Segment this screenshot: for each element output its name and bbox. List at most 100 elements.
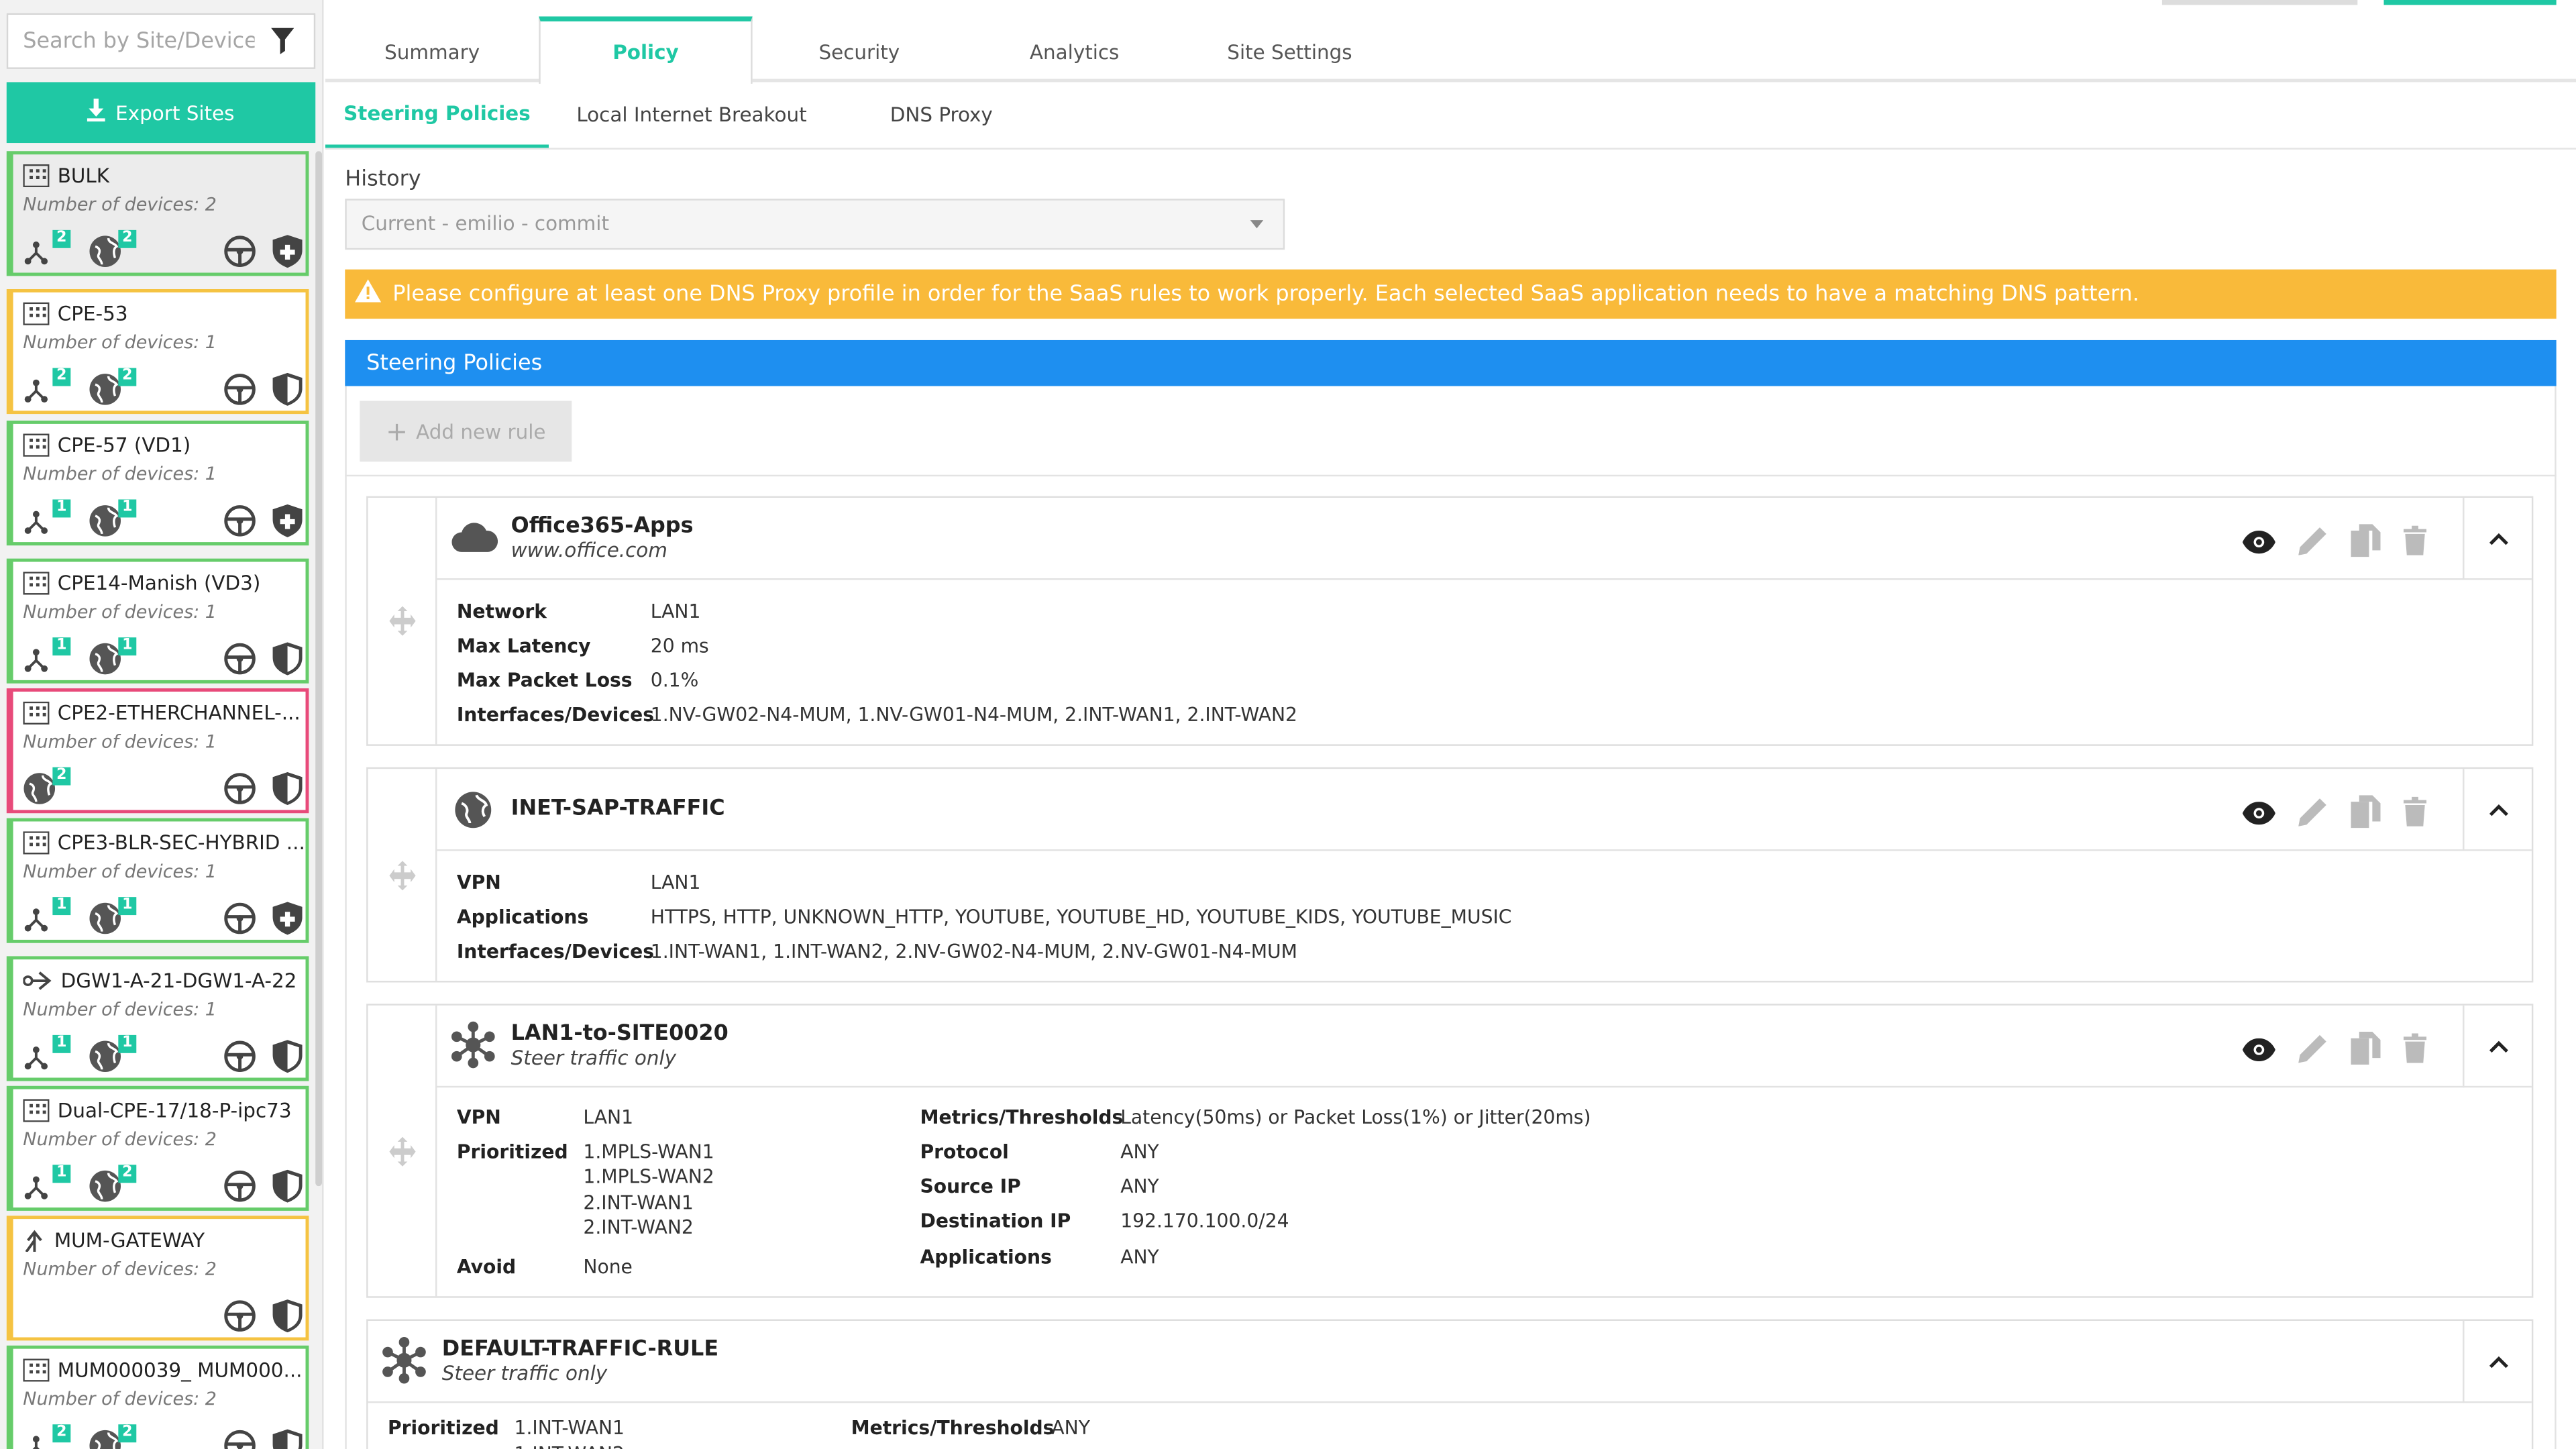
drag-handle-icon[interactable] xyxy=(368,498,437,745)
add-new-rule-button[interactable]: + Add new rule xyxy=(360,400,572,462)
export-sites-button[interactable]: Export Sites xyxy=(6,82,316,144)
pencil-icon[interactable] xyxy=(2298,797,2328,833)
site-feature-icons xyxy=(223,1169,303,1210)
count-badge: 1 xyxy=(52,499,71,518)
shield-icon xyxy=(272,1429,303,1449)
device-count: Number of devices: 1 xyxy=(23,998,217,1020)
building-icon xyxy=(23,1358,50,1382)
site-name: CPE-57 (VD1) xyxy=(23,433,305,457)
trash-icon[interactable] xyxy=(2403,525,2427,562)
tab-security[interactable]: Security xyxy=(753,19,966,84)
field-value: 1.INT-WAN1 xyxy=(514,1416,625,1440)
collapse-chevron-icon[interactable] xyxy=(2463,1005,2532,1088)
search-input[interactable] xyxy=(8,15,255,68)
shield-plus-icon xyxy=(272,504,303,544)
site-card[interactable]: CPE14-Manish (VD3) Number of devices: 111 xyxy=(6,558,309,684)
download-icon xyxy=(87,98,106,127)
subtab-dns-proxy[interactable]: DNS Proxy xyxy=(867,82,1015,148)
eye-icon[interactable] xyxy=(2242,799,2275,830)
tab-summary[interactable]: Summary xyxy=(325,19,539,84)
globe-icon: 2 xyxy=(89,1165,137,1203)
steering-wheel-icon xyxy=(223,373,256,413)
branch-icon: 2 xyxy=(23,1424,71,1449)
tab-policy[interactable]: Policy xyxy=(539,16,753,84)
filter-icon[interactable] xyxy=(271,28,294,61)
rule-subtitle: Steer traffic only xyxy=(511,1046,677,1070)
shield-icon xyxy=(272,772,303,812)
site-card[interactable]: DGW1-A-21-DGW1-A-22 Number of devices: 1 1… xyxy=(6,956,309,1081)
copy-icon[interactable] xyxy=(2351,524,2381,564)
site-card[interactable]: CPE-53 Number of devices: 122 xyxy=(6,289,309,415)
globe-icon: 1 xyxy=(89,1034,137,1073)
site-name: CPE14-Manish (VD3) xyxy=(23,572,305,595)
sidebar-scrollbar[interactable] xyxy=(315,151,323,1187)
site-card[interactable]: CPE-57 (VD1) Number of devices: 111 xyxy=(6,420,309,546)
field-label: Prioritized xyxy=(456,1140,568,1163)
rule-header: Office365-Apps www.office.com xyxy=(437,498,2532,580)
field-value: 2.INT-WAN1 xyxy=(583,1191,694,1214)
tab-site-settings[interactable]: Site Settings xyxy=(1183,19,1396,84)
field-value: HTTPS, HTTP, UNKNOWN_HTTP, YOUTUBE, YOUT… xyxy=(650,905,1512,928)
copy-icon[interactable] xyxy=(2351,795,2381,835)
drag-handle-icon[interactable] xyxy=(368,1005,437,1297)
count-badge: 2 xyxy=(52,767,71,786)
top-control-gray[interactable] xyxy=(2161,0,2358,5)
steering-wheel-icon xyxy=(223,1430,256,1449)
site-card[interactable]: Dual-CPE-17/18-P-ipc73 Number of devices:… xyxy=(6,1085,309,1211)
drag-handle-icon[interactable] xyxy=(368,769,437,981)
subtab-local-internet-breakout[interactable]: Local Internet Breakout xyxy=(562,82,822,148)
site-name: BULK xyxy=(23,164,305,188)
site-status-icons: 12 xyxy=(23,1165,154,1203)
rule-actions xyxy=(2242,1031,2427,1071)
shield-icon xyxy=(272,1040,303,1079)
building-icon xyxy=(23,1099,50,1122)
count-badge: 2 xyxy=(118,1165,137,1183)
site-card[interactable]: CPE3-BLR-SEC-HYBRID ... Number of devices… xyxy=(6,818,309,943)
steering-wheel-icon xyxy=(223,643,256,682)
collapse-chevron-icon[interactable] xyxy=(2463,498,2532,580)
subtab-steering-policies[interactable]: Steering Policies xyxy=(325,82,549,148)
count-badge: 1 xyxy=(52,1034,71,1053)
site-name: CPE-53 xyxy=(23,302,305,325)
site-name: MUM-GATEWAY xyxy=(23,1229,305,1252)
site-feature-icons xyxy=(223,504,303,544)
history-select[interactable]: Current - emilio - commit xyxy=(345,199,1285,250)
steering-wheel-icon xyxy=(223,902,256,942)
site-card[interactable]: MUM000039_ MUM000... Number of devices: 2… xyxy=(6,1345,309,1449)
trash-icon[interactable] xyxy=(2403,796,2427,833)
field-value: 1.INT-WAN2 xyxy=(515,1442,625,1449)
count-badge: 1 xyxy=(52,637,71,656)
count-badge: 1 xyxy=(118,1034,137,1053)
field-value: 0.1% xyxy=(650,668,699,692)
collapse-chevron-icon[interactable] xyxy=(2463,769,2532,851)
count-badge: 1 xyxy=(52,1165,71,1183)
shield-plus-icon xyxy=(272,902,303,942)
copy-icon[interactable] xyxy=(2351,1031,2381,1071)
site-card[interactable]: BULK Number of devices: 222 xyxy=(6,151,309,276)
eye-icon[interactable] xyxy=(2242,1036,2275,1067)
building-icon xyxy=(23,302,50,325)
site-feature-icons xyxy=(223,1040,303,1079)
site-feature-icons xyxy=(223,642,303,682)
pencil-icon[interactable] xyxy=(2298,1033,2328,1069)
site-card[interactable]: CPE2-ETHERCHANNEL-... Number of devices: … xyxy=(6,688,309,814)
site-name: Dual-CPE-17/18-P-ipc73 xyxy=(23,1099,305,1122)
trash-icon[interactable] xyxy=(2403,1033,2427,1069)
rule-header: INET-SAP-TRAFFIC xyxy=(437,769,2532,851)
steering-policies-header: Steering Policies xyxy=(345,339,2557,386)
collapse-chevron-icon[interactable] xyxy=(2463,1320,2532,1403)
field-label: Protocol xyxy=(920,1140,1009,1163)
field-label: Interfaces/Devices xyxy=(456,939,654,963)
site-card[interactable]: MUM-GATEWAY Number of devices: 2 xyxy=(6,1216,309,1341)
device-count: Number of devices: 1 xyxy=(23,731,217,753)
building-icon xyxy=(23,433,50,457)
field-value: 20 ms xyxy=(650,634,709,657)
rule-card-office365: Office365-Apps www.office.com Network LA… xyxy=(366,496,2534,746)
eye-icon[interactable] xyxy=(2242,528,2275,559)
field-value: ANY xyxy=(1120,1175,1159,1198)
top-control-teal[interactable] xyxy=(2383,0,2557,5)
pencil-icon[interactable] xyxy=(2298,526,2328,562)
tab-analytics[interactable]: Analytics xyxy=(967,19,1181,84)
device-count: Number of devices: 2 xyxy=(23,193,217,215)
shield-icon xyxy=(272,372,303,413)
